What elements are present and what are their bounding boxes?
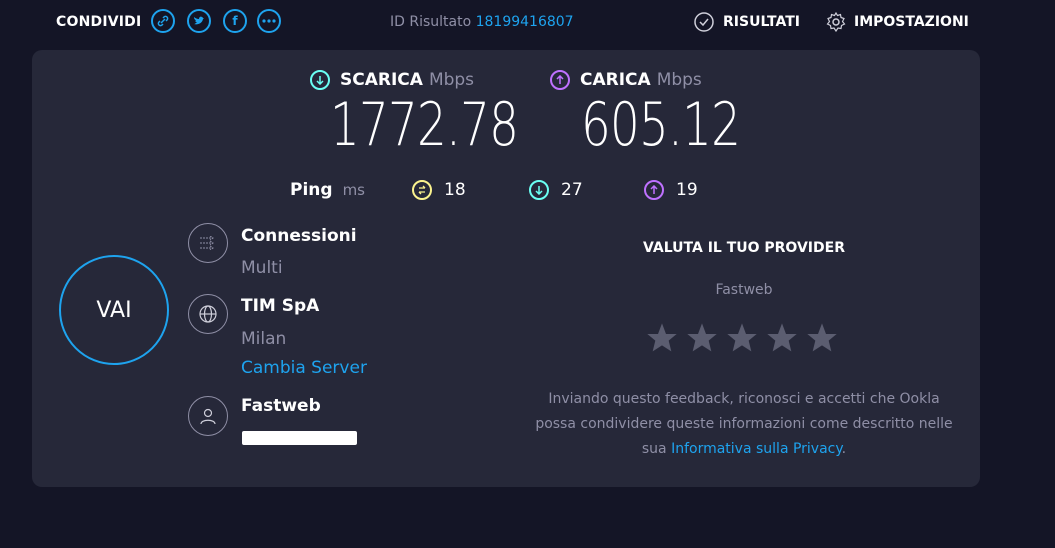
star-icon[interactable] xyxy=(766,322,798,354)
top-bar: CONDIVIDI f ID Risultato 18199416807 RIS… xyxy=(0,0,1055,46)
star-icon[interactable] xyxy=(726,322,758,354)
go-button[interactable]: VAI xyxy=(59,255,169,365)
server-location: Milan xyxy=(241,329,287,349)
ping-download: 27 xyxy=(529,180,583,200)
facebook-icon[interactable]: f xyxy=(223,9,247,33)
twitter-icon[interactable] xyxy=(187,9,211,33)
check-circle-icon xyxy=(694,12,714,32)
server-name: TIM SpA xyxy=(241,296,320,316)
privacy-link[interactable]: Informativa sulla Privacy xyxy=(671,441,842,457)
upload-header: CARICA Mbps xyxy=(550,70,702,90)
result-id-label: ID Risultato xyxy=(390,14,472,30)
globe-icon xyxy=(188,294,228,334)
download-value: 1772.78 xyxy=(330,90,519,160)
download-ping-icon xyxy=(529,180,549,200)
connections-title: Connessioni xyxy=(241,226,357,246)
connections-value: Multi xyxy=(241,258,283,278)
ping-upload-value: 19 xyxy=(676,180,698,200)
user-icon xyxy=(188,396,228,436)
upload-ping-icon xyxy=(644,180,664,200)
ping-upload: 19 xyxy=(644,180,698,200)
feedback-note-end: . xyxy=(841,441,847,457)
more-icon[interactable] xyxy=(257,9,281,33)
upload-label: CARICA xyxy=(580,70,651,90)
download-label: SCARICA xyxy=(340,70,423,90)
idle-ping-icon xyxy=(412,180,432,200)
results-button[interactable]: RISULTATI xyxy=(723,14,800,30)
gear-icon xyxy=(826,12,846,32)
rate-provider-name: Fastweb xyxy=(715,282,773,298)
redacted-ip xyxy=(242,431,357,445)
download-unit: Mbps xyxy=(428,70,475,90)
rate-provider-title: VALUTA IL TUO PROVIDER xyxy=(643,240,845,256)
change-server-link[interactable]: Cambia Server xyxy=(241,358,367,378)
link-icon[interactable] xyxy=(151,9,175,33)
feedback-note: Inviando questo feedback, riconosci e ac… xyxy=(532,387,956,462)
ping-download-value: 27 xyxy=(561,180,583,200)
download-arrow-icon xyxy=(310,70,330,90)
ping-idle-value: 18 xyxy=(444,180,466,200)
result-id: ID Risultato 18199416807 xyxy=(390,14,574,30)
result-id-link[interactable]: 18199416807 xyxy=(476,14,574,30)
upload-unit: Mbps xyxy=(656,70,702,90)
provider-name: Fastweb xyxy=(241,396,321,416)
ping-row: Ping ms xyxy=(290,180,365,200)
star-rating[interactable] xyxy=(646,322,838,354)
star-icon[interactable] xyxy=(646,322,678,354)
upload-arrow-icon xyxy=(550,70,570,90)
star-icon[interactable] xyxy=(686,322,718,354)
upload-value: 605.12 xyxy=(581,90,741,160)
ping-idle: 18 xyxy=(412,180,466,200)
ping-label: Ping xyxy=(290,180,333,200)
ping-unit: ms xyxy=(342,181,365,199)
settings-button[interactable]: IMPOSTAZIONI xyxy=(854,14,969,30)
share-label: CONDIVIDI xyxy=(56,14,142,30)
star-icon[interactable] xyxy=(806,322,838,354)
download-header: SCARICA Mbps xyxy=(310,70,474,90)
result-panel: SCARICA Mbps 1772.78 CARICA Mbps 605.12 … xyxy=(32,50,980,487)
connections-icon xyxy=(188,223,228,263)
